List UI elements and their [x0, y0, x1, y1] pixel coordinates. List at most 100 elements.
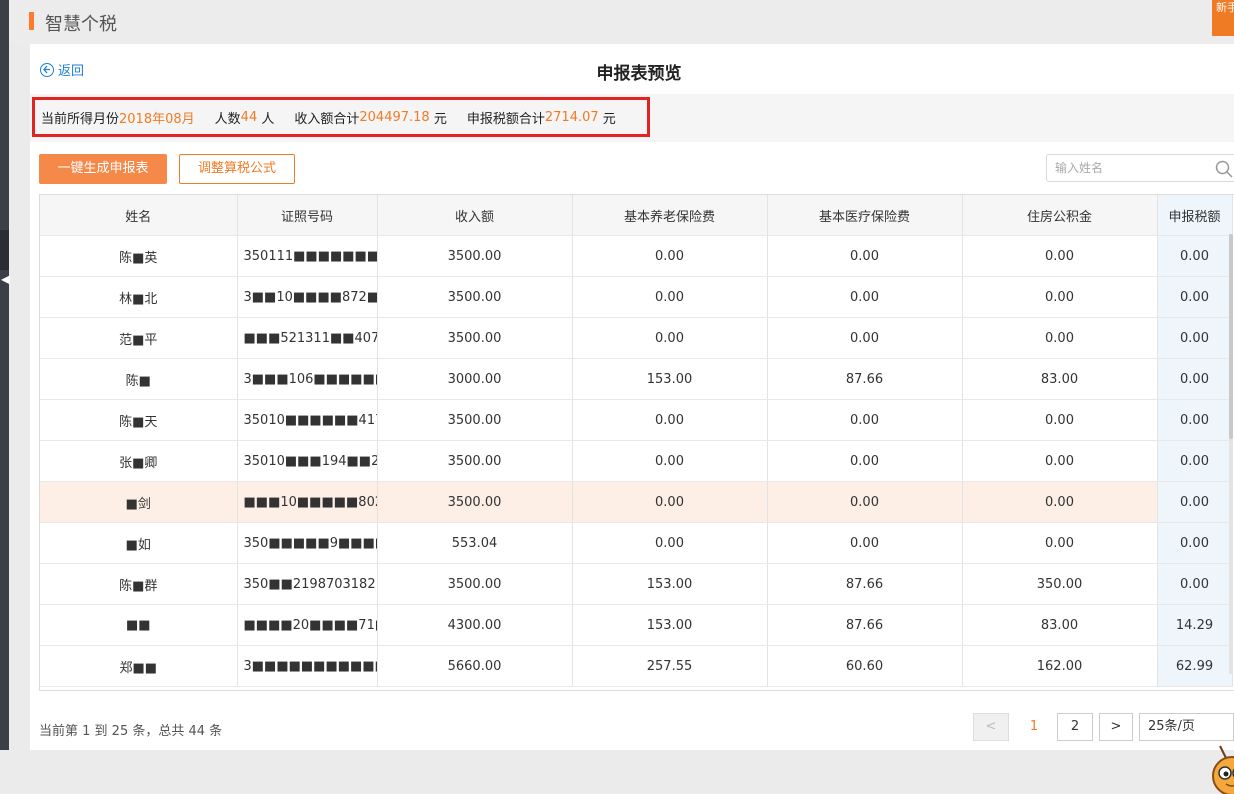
scrollbar-thumb[interactable] [1229, 234, 1233, 439]
count-unit: 人 [261, 111, 275, 127]
income-label: 收入额合计 [294, 111, 360, 127]
cell-id-number: 35010■■■194■■2051... [237, 440, 378, 482]
adjust-formula-button[interactable]: 调整算税公式 [179, 154, 295, 184]
table-row[interactable]: 郑■■ 3■■■■■■■■■■■■60... 5660.00 257.55 60… [40, 645, 1233, 687]
cell-tax: 0.00 [1156, 522, 1233, 564]
cell-housing-fund: 83.00 [962, 604, 1158, 646]
income-unit: 元 [433, 111, 447, 127]
cell-tax: 0.00 [1156, 399, 1233, 441]
cell-tax: 0.00 [1156, 235, 1233, 277]
cell-name: ■■ [40, 604, 238, 646]
table-row[interactable]: 林■北 3■■10■■■■872■■■■0... 3500.00 0.00 0.… [40, 276, 1233, 318]
count-value: 44 [240, 109, 258, 125]
cell-income: 553.04 [377, 522, 573, 564]
cell-housing-fund: 162.00 [962, 645, 1158, 687]
cell-medical: 0.00 [767, 481, 963, 523]
cell-housing-fund: 0.00 [962, 276, 1158, 318]
mascot-icon[interactable] [1204, 744, 1234, 794]
cell-medical: 87.66 [767, 563, 963, 605]
generate-report-button[interactable]: 一键生成申报表 [39, 154, 167, 184]
cell-name: 郑■■ [40, 645, 238, 687]
name-search-input[interactable] [1047, 155, 1213, 181]
table-row[interactable]: ■如 350■■■■■9■■■■2045... 553.04 0.00 0.00… [40, 522, 1233, 564]
cell-medical: 0.00 [767, 440, 963, 482]
next-page-button[interactable]: > [1099, 713, 1133, 741]
cell-name: 陈■天 [40, 399, 238, 441]
collapse-arrow-icon[interactable]: ◀ [1, 272, 10, 286]
app-header: 智慧个税 新手指南 [9, 0, 1234, 44]
cell-name: 陈■英 [40, 235, 238, 277]
cell-pension: 153.00 [572, 604, 768, 646]
table-row[interactable]: 张■卿 35010■■■194■■2051... 3500.00 0.00 0.… [40, 440, 1233, 482]
page-size-select[interactable]: 25条/页 [1139, 713, 1234, 741]
cell-tax: 0.00 [1156, 563, 1233, 605]
cell-pension: 257.55 [572, 645, 768, 687]
cell-tax: 0.00 [1156, 481, 1233, 523]
cell-tax: 0.00 [1156, 276, 1233, 318]
table-row[interactable]: 陈■ 3■■■106■■■■■■■■2... 3000.00 153.00 87… [40, 358, 1233, 400]
cell-housing-fund: 0.00 [962, 399, 1158, 441]
cell-housing-fund: 350.00 [962, 563, 1158, 605]
cell-tax: 62.99 [1156, 645, 1233, 687]
cell-id-number: ■■■10■■■■■802150... [237, 481, 378, 523]
header-housing-fund[interactable]: 住房公积金 [962, 195, 1158, 236]
header-medical[interactable]: 基本医疗保险费 [767, 195, 963, 236]
cell-medical: 0.00 [767, 317, 963, 359]
table-row-highlighted[interactable]: ■剑 ■■■10■■■■■802150... 3500.00 0.00 0.00… [40, 481, 1233, 523]
tax-label: 申报税额合计 [466, 111, 545, 127]
header-tax[interactable]: 申报税额 [1156, 195, 1233, 236]
table-row[interactable]: ■■ ■■■■20■■■■71■■■12... 4300.00 153.00 8… [40, 604, 1233, 646]
cell-pension: 0.00 [572, 481, 768, 523]
cell-income: 3500.00 [377, 481, 573, 523]
cell-id-number: 350■■2198703182... [237, 563, 378, 605]
cell-pension: 0.00 [572, 276, 768, 318]
cell-income: 3500.00 [377, 440, 573, 482]
left-sidebar-strip: ◀ [0, 0, 10, 750]
cell-name: 陈■群 [40, 563, 238, 605]
cell-name: 张■卿 [40, 440, 238, 482]
table-row[interactable]: 陈■群 350■■2198703182... 3500.00 153.00 87… [40, 563, 1233, 605]
cell-medical: 0.00 [767, 399, 963, 441]
cell-housing-fund: 83.00 [962, 358, 1158, 400]
table-scrollbar[interactable] [1229, 234, 1233, 674]
search-icon[interactable] [1215, 160, 1233, 178]
cell-income: 3500.00 [377, 276, 573, 318]
cell-pension: 0.00 [572, 522, 768, 564]
cell-name: ■如 [40, 522, 238, 564]
cell-income: 3500.00 [377, 317, 573, 359]
table-row[interactable]: 陈■天 35010■■■■■■417■■... 3500.00 0.00 0.0… [40, 399, 1233, 441]
cell-id-number: ■■■■20■■■■71■■■12... [237, 604, 378, 646]
guide-badge[interactable]: 新手指南 [1212, 0, 1234, 36]
preview-panel: 返回 申报表预览 当前所得月份 2018年08月 人数 44 人 收入额合计 2044… [30, 44, 1234, 794]
header-name[interactable]: 姓名 [40, 195, 238, 236]
cell-id-number: 35010■■■■■■417■■... [237, 399, 378, 441]
cell-id-number: 3■■■106■■■■■■■■2... [237, 358, 378, 400]
cell-tax: 0.00 [1156, 440, 1233, 482]
prev-page-button[interactable]: < [973, 713, 1009, 741]
table-row[interactable]: 范■平 ■■■521311■■40713■ 3500.00 0.00 0.00 … [40, 317, 1233, 359]
cell-name: ■剑 [40, 481, 238, 523]
header-pension[interactable]: 基本养老保险费 [572, 195, 768, 236]
cell-housing-fund: 0.00 [962, 317, 1158, 359]
table-header-row: 姓名 证照号码 收入额 基本养老保险费 基本医疗保险费 住房公积金 申报税额 [40, 195, 1233, 236]
page-2-button[interactable]: 2 [1057, 713, 1093, 741]
cell-pension: 0.00 [572, 440, 768, 482]
table-row[interactable]: 陈■英 350111■■■■■■■33... 3500.00 0.00 0.00… [40, 235, 1233, 277]
cell-id-number: 350■■■■■9■■■■2045... [237, 522, 378, 564]
cell-medical: 0.00 [767, 522, 963, 564]
cell-pension: 153.00 [572, 358, 768, 400]
month-label: 当前所得月份 [41, 111, 120, 127]
header-id-number[interactable]: 证照号码 [237, 195, 378, 236]
income-value: 204497.18 [359, 109, 430, 125]
cell-tax: 0.00 [1156, 358, 1233, 400]
cell-medical: 0.00 [767, 276, 963, 318]
tax-value: 2714.07 [544, 109, 599, 125]
summary-bar: 当前所得月份 2018年08月 人数 44 人 收入额合计 204497.18 元 申… [30, 94, 1234, 142]
cell-name: 范■平 [40, 317, 238, 359]
cell-tax: 14.29 [1156, 604, 1233, 646]
app-title: 智慧个税 [45, 14, 117, 35]
cell-income: 3500.00 [377, 235, 573, 277]
sidebar-handle[interactable] [0, 230, 9, 270]
page-1-button[interactable]: 1 [1020, 713, 1048, 741]
header-income[interactable]: 收入额 [377, 195, 573, 236]
